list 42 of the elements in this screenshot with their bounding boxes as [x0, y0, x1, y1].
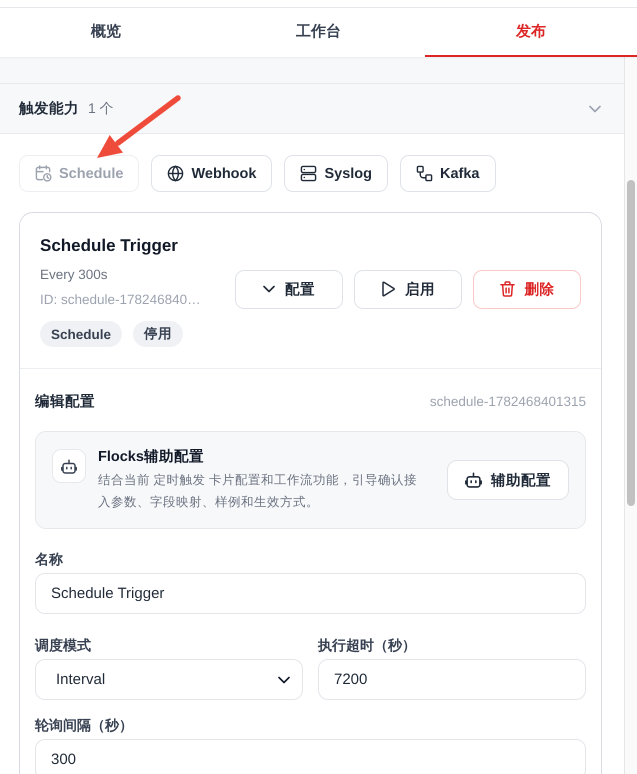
scrollbar-thumb[interactable] — [627, 180, 635, 506]
tag: 停用 — [133, 321, 184, 347]
assistant-title: Flocks辅助配置 — [98, 448, 205, 467]
trigger-type-button[interactable]: Kafka — [400, 155, 496, 192]
chevron-down-icon — [263, 285, 275, 293]
server-icon — [300, 165, 318, 182]
assistant-description: 结合当前 定时触发 卡片配置和工作流功能，引导确认接入参数、字段映射、样例和生效方式。 — [98, 472, 418, 511]
input-field[interactable]: 300 — [35, 739, 586, 774]
field-label: 调度模式 — [35, 636, 92, 655]
editor-title: 编辑配置 — [35, 392, 95, 411]
trigger-summary: Every 300s — [40, 266, 109, 284]
start-button[interactable]: 启用 — [354, 270, 462, 308]
scrollbar-track[interactable] — [624, 57, 637, 774]
play-icon — [381, 281, 395, 297]
trigger-title: Schedule Trigger — [40, 235, 179, 257]
section-header[interactable]: 触发能力 1 个 — [0, 84, 624, 134]
connected-squares-icon — [416, 165, 433, 182]
trigger-id: schedule-1782468401315 — [430, 394, 586, 409]
calendar-clock-icon — [35, 165, 52, 182]
tab[interactable]: 工作台 — [212, 8, 425, 57]
trigger-type-button[interactable]: Webhook — [151, 155, 272, 192]
section-count: 1 个 — [88, 100, 114, 118]
globe-icon — [167, 165, 184, 182]
section-title: 触发能力 — [19, 100, 79, 118]
trash-icon — [500, 281, 514, 297]
tag: Schedule — [40, 321, 122, 347]
input-field[interactable]: 7200 — [318, 659, 586, 700]
field-label: 名称 — [35, 550, 64, 569]
schedule-mode-select[interactable]: Interval — [35, 659, 303, 700]
chevron-down-icon — [589, 104, 601, 112]
delete-button[interactable]: 删除 — [473, 270, 581, 308]
field-label: 执行超时（秒） — [318, 636, 417, 655]
robot-icon — [465, 472, 482, 488]
robot-icon — [52, 449, 86, 483]
chevron-down-icon — [278, 676, 290, 684]
input-field[interactable]: Schedule Trigger — [35, 573, 586, 614]
tab[interactable]: 概览 — [0, 8, 212, 57]
config-button[interactable]: 配置 — [235, 270, 343, 308]
trigger-id: ID: schedule-178246840… — [40, 291, 202, 309]
field-label: 轮询间隔（秒） — [35, 716, 134, 735]
assistant-button[interactable]: 辅助配置 — [447, 460, 569, 500]
trigger-type-button[interactable]: Syslog — [284, 155, 388, 192]
